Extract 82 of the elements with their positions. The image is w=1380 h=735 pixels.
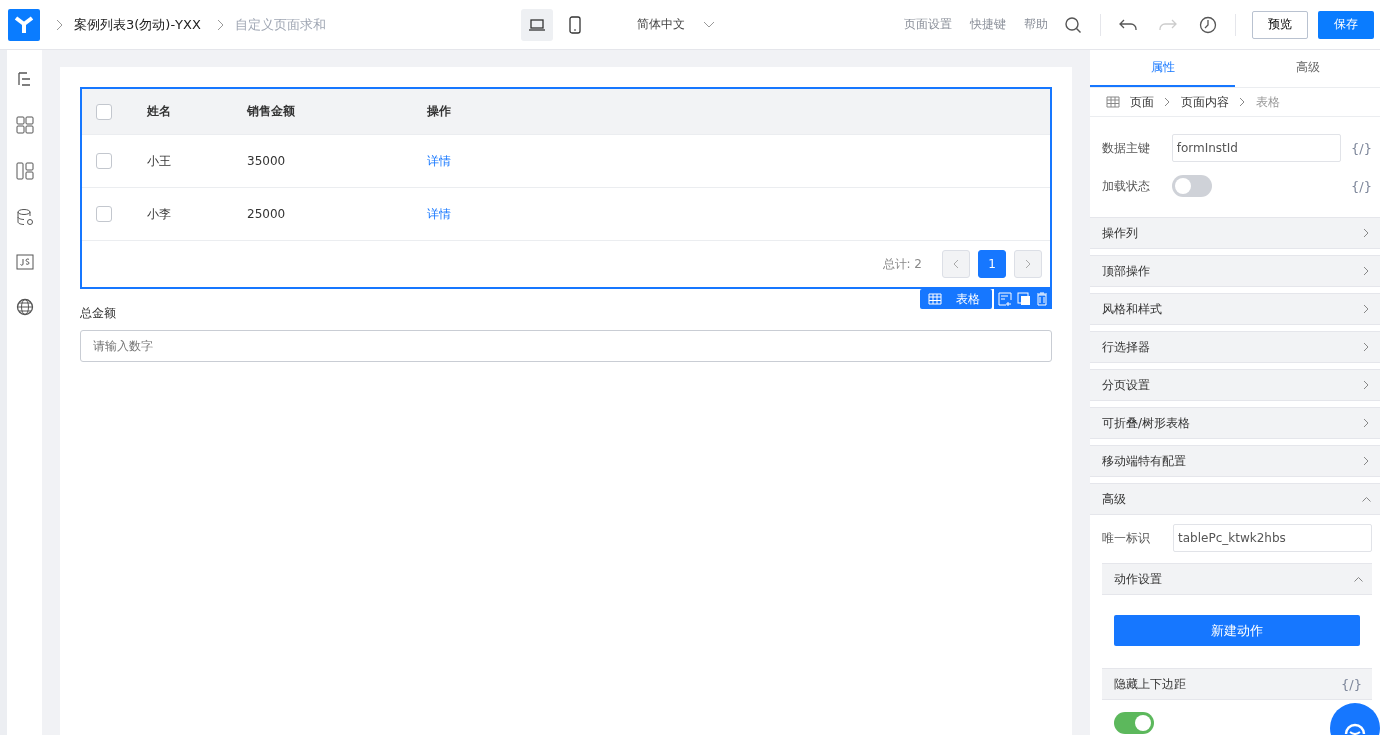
table-cell-text: 小李 (147, 205, 172, 223)
save-button[interactable]: 保存 (1318, 10, 1374, 39)
phone-icon (568, 15, 581, 34)
checkbox[interactable] (96, 206, 112, 222)
section-header[interactable]: 可折叠/树形表格 (1090, 407, 1380, 439)
search-icon[interactable] (1064, 15, 1082, 34)
toolbar-link[interactable]: 页面设置 (904, 16, 952, 33)
section-header[interactable]: 风格和样式 (1090, 293, 1380, 325)
chevron-icon (216, 18, 225, 31)
chevron-icon (56, 18, 64, 31)
table-cell-text: 25000 (247, 207, 287, 221)
component-tag[interactable]: 表格 (920, 289, 992, 309)
toggle-switch[interactable] (1114, 712, 1154, 734)
js-file-icon[interactable] (15, 254, 34, 270)
laptop-icon (527, 17, 546, 32)
undo-icon[interactable] (1119, 18, 1137, 31)
field-label: 总金额 (80, 305, 116, 322)
grid-icon[interactable] (15, 116, 34, 134)
database-gear-icon[interactable] (15, 208, 34, 226)
logo-icon[interactable] (8, 8, 40, 41)
chevron-icon (1363, 456, 1370, 466)
column-header: 操作 (427, 103, 451, 120)
chevron-icon (1353, 575, 1364, 583)
language-select[interactable]: 简体中文 (630, 15, 721, 34)
checkbox[interactable] (96, 103, 112, 120)
property-input[interactable]: tablePc_ktwk2hbs (1173, 524, 1372, 552)
add-icon[interactable] (998, 292, 1012, 306)
property-input[interactable]: formInstId (1171, 134, 1342, 162)
section-header[interactable]: 操作列 (1090, 217, 1380, 249)
clock-icon[interactable] (1199, 15, 1217, 34)
layout-icon[interactable] (15, 162, 34, 180)
chevron-icon (1363, 342, 1370, 352)
page-button[interactable]: 1 (978, 250, 1006, 278)
details-link[interactable]: 详情 (427, 152, 451, 170)
new-action-button[interactable]: 新建动作 (1114, 615, 1360, 646)
property-label: 数据主键 (1102, 139, 1151, 157)
binding-toggle[interactable]: {/} (1351, 140, 1372, 156)
dropdown-caret-icon (702, 20, 715, 29)
breadcrumb-item[interactable]: 案例列表3(勿动)-YXX (74, 15, 201, 34)
number-input[interactable]: 请输入数字 (80, 330, 1052, 362)
chevron-left-icon (953, 259, 959, 269)
section-header[interactable]: 高级 (1090, 483, 1380, 515)
delete-icon[interactable] (1036, 292, 1048, 306)
table-icon (1106, 96, 1120, 108)
chevron-right-icon (1025, 259, 1031, 269)
property-label: 加载状态 (1102, 177, 1151, 195)
chevron-icon (1239, 97, 1246, 107)
toolbar-link[interactable]: 帮助 (1024, 16, 1048, 33)
section-header[interactable]: 移动端特有配置 (1090, 445, 1380, 477)
section-header[interactable]: 动作设置 (1102, 563, 1372, 595)
globe-icon[interactable] (15, 298, 34, 316)
table-icon (928, 293, 942, 305)
panel-tab[interactable]: 高级 (1235, 50, 1380, 87)
breadcrumb-item[interactable]: 页面 (1130, 93, 1154, 111)
outline-icon[interactable] (16, 70, 33, 88)
toggle-switch[interactable] (1171, 175, 1212, 197)
laptop-button[interactable] (520, 8, 553, 41)
section-header[interactable]: 行选择器 (1090, 331, 1380, 363)
binding-toggle[interactable]: {/} (1351, 178, 1372, 194)
breadcrumb-item[interactable]: 页面内容 (1181, 93, 1229, 111)
chevron-icon (1361, 495, 1372, 503)
table-cell-text: 35000 (247, 154, 287, 168)
column-header: 销售金额 (247, 103, 296, 120)
chevron-icon (1363, 228, 1370, 238)
table-cell-text: 小王 (147, 152, 172, 170)
column-header: 姓名 (147, 103, 172, 120)
panel-tab[interactable]: 属性 (1090, 50, 1235, 87)
section-header[interactable]: 分页设置 (1090, 369, 1380, 401)
chevron-icon (1164, 97, 1171, 107)
details-link[interactable]: 详情 (427, 205, 451, 223)
property-label: 唯一标识 (1102, 529, 1151, 547)
preview-button[interactable]: 预览 (1252, 10, 1308, 39)
copy-icon[interactable] (1017, 292, 1031, 306)
property-label: 隐藏上下边距 (1114, 675, 1186, 693)
checkbox[interactable] (96, 153, 112, 169)
chevron-icon (1363, 418, 1370, 428)
data-table[interactable]: 姓名 销售金额 操作 小王 35000 详情 小李 25000 详情 总计: 2 1 (80, 87, 1052, 289)
total-count: 总计: 2 (882, 255, 922, 273)
chevron-icon (1363, 266, 1370, 276)
section-header[interactable]: 顶部操作 (1090, 255, 1380, 287)
chevron-icon (1363, 380, 1370, 390)
chevron-icon (1363, 304, 1370, 314)
